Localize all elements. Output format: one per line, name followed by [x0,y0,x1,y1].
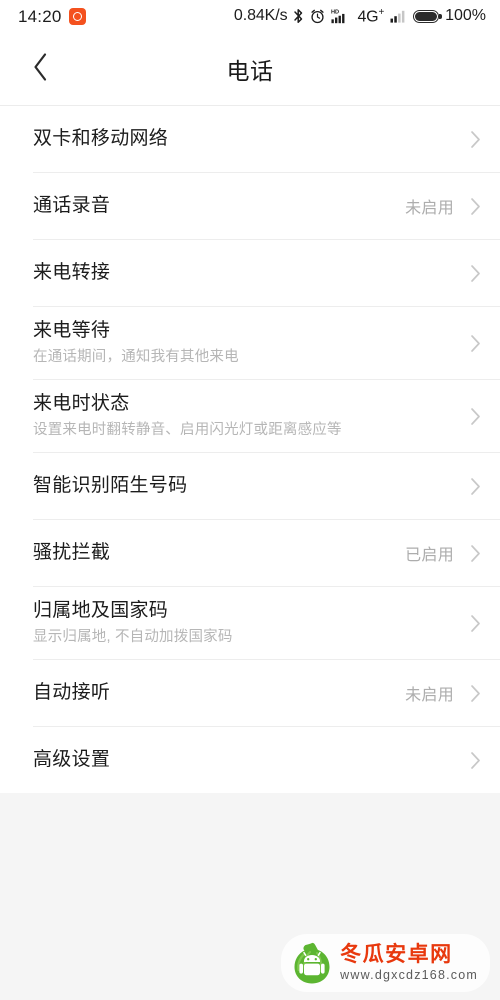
settings-row-title: 归属地及国家码 [33,600,169,622]
settings-list: 双卡和移动网络 通话录音 未启用 来电转接 来电等待 在通话期间，通知我有其他来电 来电时状… [0,106,500,793]
settings-row-title: 骚扰拦截 [33,542,111,564]
battery-icon [413,9,442,23]
watermark-site-url: www.dgxcdz168.com [340,968,478,983]
settings-row-main: 来电转接 [33,261,468,285]
settings-row-main: 来电等待在通话期间，通知我有其他来电 [33,319,468,367]
settings-row[interactable]: 来电转接 [0,240,500,306]
battery-percent-label: 100% [445,7,486,25]
settings-row-main: 智能识别陌生号码 [33,474,468,498]
settings-row-title: 高级设置 [33,749,111,771]
settings-row[interactable]: 通话录音 未启用 [0,173,500,239]
settings-row-subtitle: 在通话期间，通知我有其他来电 [33,348,239,365]
back-button[interactable] [18,47,62,91]
alarm-icon [310,9,325,24]
chevron-right-icon [468,477,482,496]
phone-settings-screen: 14:20 0.84K/s HD 4G+ 100% 电话 双卡和移动网络 通话录… [0,0,500,1000]
chevron-right-icon [468,544,482,563]
settings-row[interactable]: 来电等待在通话期间，通知我有其他来电 [0,307,500,379]
settings-row[interactable]: 来电时状态设置来电时翻转静音、启用闪光灯或距离感应等 [0,380,500,452]
alarm-app-icon [68,8,86,25]
settings-row[interactable]: 高级设置 [0,727,500,793]
status-bar: 14:20 0.84K/s HD 4G+ 100% [0,0,500,33]
settings-row-main: 归属地及国家码显示归属地, 不自动加拨国家码 [33,599,468,647]
site-watermark: 冬瓜安卓网 www.dgxcdz168.com [281,934,490,992]
settings-row[interactable]: 归属地及国家码显示归属地, 不自动加拨国家码 [0,587,500,659]
winter-melon-android-logo [291,941,333,985]
chevron-right-icon [468,130,482,149]
chevron-right-icon [468,197,482,216]
settings-row-main: 骚扰拦截 [33,541,405,565]
network-speed-label: 0.84K/s [233,7,288,25]
settings-row-title: 来电等待 [33,320,111,342]
settings-row-value: 未启用 [405,687,454,704]
settings-row-main: 自动接听 [33,681,405,705]
settings-row-main: 高级设置 [33,748,468,772]
page-title: 电话 [226,58,274,84]
settings-row-value: 未启用 [405,200,454,217]
settings-row[interactable]: 智能识别陌生号码 [0,453,500,519]
watermark-site-name: 冬瓜安卓网 [340,942,453,966]
chevron-right-icon [468,684,482,703]
settings-row-title: 自动接听 [33,682,111,704]
settings-row-value: 已启用 [405,547,454,564]
svg-text:HD: HD [331,10,339,16]
watermark-text: 冬瓜安卓网 www.dgxcdz168.com [340,942,478,983]
chevron-left-icon [32,52,49,87]
chevron-right-icon [468,264,482,283]
settings-row-main: 双卡和移动网络 [33,127,468,151]
settings-row[interactable]: 自动接听 未启用 [0,660,500,726]
settings-row-subtitle: 设置来电时翻转静音、启用闪光灯或距离感应等 [33,421,342,438]
settings-row-title: 来电转接 [33,262,111,284]
status-bar-right: 0.84K/s HD 4G+ 100% [234,7,486,26]
settings-row-title: 通话录音 [33,195,111,217]
settings-row-subtitle: 显示归属地, 不自动加拨国家码 [33,628,233,645]
status-clock: 14:20 [18,6,62,26]
chevron-right-icon [468,614,482,633]
signal-bars-icon [390,9,407,24]
hd-signal-icon: HD [331,8,351,24]
chevron-right-icon [468,407,482,426]
chevron-right-icon [468,334,482,353]
settings-row-title: 智能识别陌生号码 [33,475,188,497]
app-bar: 电话 [0,33,500,105]
bluetooth-icon [293,8,304,24]
settings-row-main: 来电时状态设置来电时翻转静音、启用闪光灯或距离感应等 [33,392,468,440]
settings-row-title: 双卡和移动网络 [33,128,169,150]
status-bar-left: 14:20 [18,7,86,27]
chevron-right-icon [468,751,482,770]
network-type-label: 4G+ [357,6,385,26]
settings-row-title: 来电时状态 [33,393,130,415]
settings-row-main: 通话录音 [33,194,405,218]
settings-row[interactable]: 双卡和移动网络 [0,106,500,172]
settings-row[interactable]: 骚扰拦截 已启用 [0,520,500,586]
